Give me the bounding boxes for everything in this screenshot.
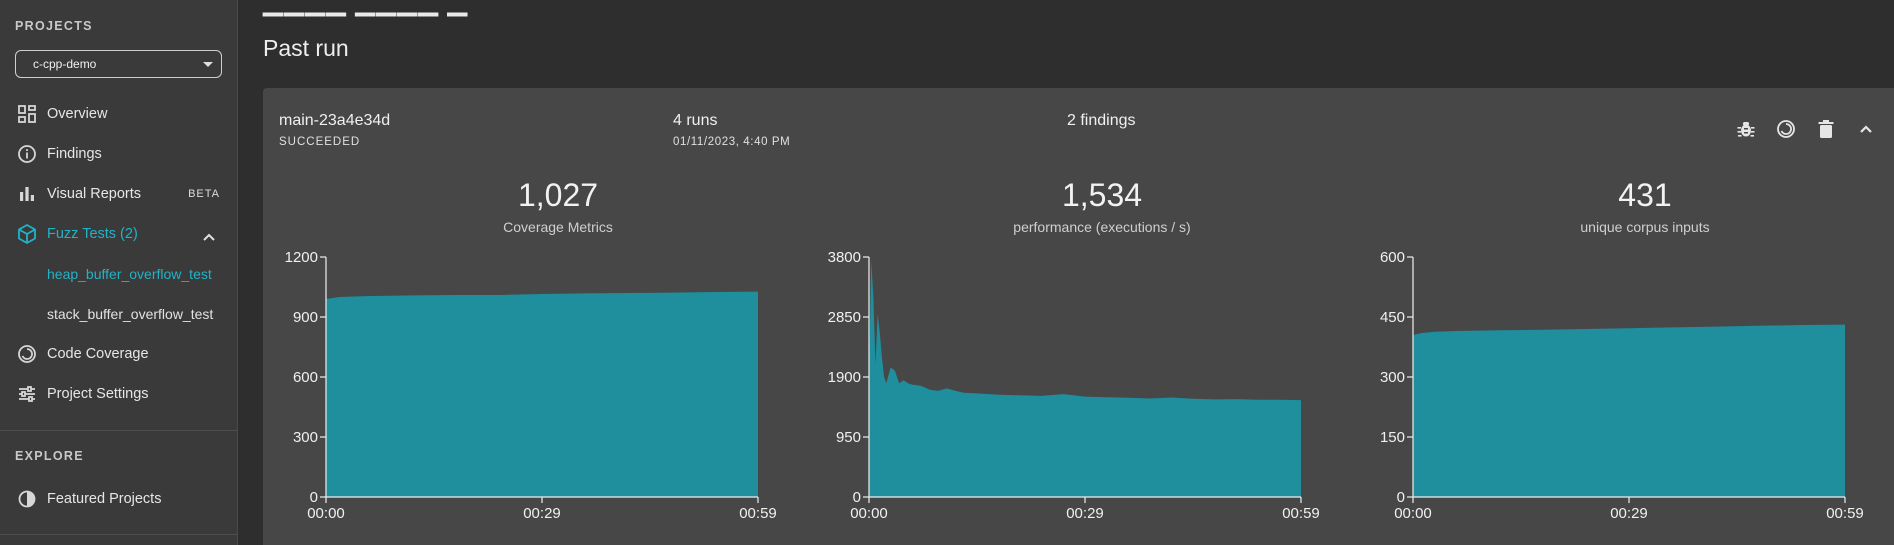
x-tick-label: 00:59 <box>1826 505 1864 522</box>
y-tick-label: 950 <box>836 429 861 446</box>
y-tick-label: 0 <box>310 489 318 506</box>
run-name: main-23a4e34d <box>279 112 391 129</box>
sidebar-divider <box>0 430 238 431</box>
y-tick-label: 1900 <box>828 369 861 386</box>
run-count: 4 runs <box>673 112 718 129</box>
y-tick-label: 300 <box>1380 369 1405 386</box>
sidebar-item-label: Fuzz Tests (2) <box>47 226 138 242</box>
x-tick-label: 00:00 <box>307 505 345 522</box>
sidebar-item-findings[interactable]: Findings <box>0 137 238 171</box>
sidebar-item-label: Visual Reports <box>47 186 142 202</box>
sidebar-item-featured-projects[interactable]: Featured Projects <box>0 482 238 516</box>
findings-count: 2 findings <box>1067 112 1136 129</box>
y-tick-label: 2850 <box>828 309 861 326</box>
area-series <box>869 260 1301 497</box>
chevron-up-icon[interactable] <box>202 229 216 247</box>
explore-section-label: EXPLORE <box>15 449 84 463</box>
delete-icon[interactable] <box>1814 117 1838 141</box>
sidebar-item-fuzz-tests[interactable]: Fuzz Tests (2) <box>0 217 238 251</box>
sliders-icon <box>16 383 38 405</box>
y-tick-label: 0 <box>853 489 861 506</box>
sidebar-item-overview[interactable]: Overview <box>0 97 238 131</box>
page-title: Past run <box>263 35 349 61</box>
fuzz-test-item-heap[interactable]: heap_buffer_overflow_test <box>47 266 212 282</box>
caret-down-icon <box>203 62 213 67</box>
coverage-chart: 0 300 600 900 1200 00:00 00:29 00:59 <box>285 249 777 522</box>
sidebar-item-project-settings[interactable]: Project Settings <box>0 377 238 411</box>
cut-off-heading: ▁▁▁▁ ▁▁▁▁ ▁ <box>263 0 469 16</box>
info-icon <box>16 143 38 165</box>
performance-value: 1,534 <box>1061 177 1143 213</box>
x-tick-label: 00:00 <box>1394 505 1432 522</box>
sidebar-item-code-coverage[interactable]: Code Coverage <box>0 337 238 371</box>
project-select-value: c-cpp-demo <box>33 57 97 71</box>
x-tick-label: 00:29 <box>523 505 561 522</box>
projects-section-label: PROJECTS <box>15 19 93 33</box>
coverage-value: 1,027 <box>517 177 599 213</box>
contrast-icon <box>16 488 38 510</box>
coverage-label: Coverage Metrics <box>503 219 613 235</box>
sidebar-item-label: Findings <box>47 146 102 162</box>
beta-badge: BETA <box>188 188 220 200</box>
y-tick-label: 450 <box>1380 309 1405 326</box>
sidebar-item-label: Overview <box>47 106 108 122</box>
sidebar-item-visual-reports[interactable]: Visual Reports BETA <box>0 177 238 211</box>
sidebar-item-label: Project Settings <box>47 386 149 402</box>
sidebar-item-label: Featured Projects <box>47 491 162 507</box>
performance-label: performance (executions / s) <box>1013 219 1191 235</box>
sidebar-divider <box>0 534 238 535</box>
dashboard-icon <box>16 103 38 125</box>
corpus-label: unique corpus inputs <box>1580 219 1710 235</box>
y-tick-label: 300 <box>293 429 318 446</box>
x-tick-label: 00:59 <box>1282 505 1320 522</box>
y-tick-label: 1200 <box>285 249 318 266</box>
y-tick-label: 600 <box>293 369 318 386</box>
corpus-chart: 0 150 300 450 600 00:00 00:29 00:59 <box>1380 249 1864 522</box>
corpus-value: 431 <box>1618 177 1672 213</box>
sidebar-item-label: Code Coverage <box>47 346 149 362</box>
x-tick-label: 00:00 <box>850 505 888 522</box>
project-select[interactable]: c-cpp-demo <box>15 50 222 78</box>
y-tick-label: 900 <box>293 309 318 326</box>
bar-chart-icon <box>16 183 38 205</box>
x-tick-label: 00:29 <box>1610 505 1648 522</box>
area-series <box>1413 324 1845 497</box>
area-series <box>326 291 758 497</box>
refresh-icon[interactable] <box>1774 117 1798 141</box>
cube-icon <box>16 223 38 245</box>
collapse-chevron-up-icon[interactable] <box>1854 117 1878 141</box>
bug-icon[interactable] <box>1734 117 1758 141</box>
fuzz-test-item-stack[interactable]: stack_buffer_overflow_test <box>47 306 213 322</box>
performance-chart: 0 950 1900 2850 3800 00:00 00:29 00:59 <box>828 249 1320 522</box>
sidebar: PROJECTS c-cpp-demo Overview Findings Vi… <box>0 0 238 545</box>
y-tick-label: 3800 <box>828 249 861 266</box>
y-tick-label: 600 <box>1380 249 1405 266</box>
y-tick-label: 150 <box>1380 429 1405 446</box>
run-status: SUCCEEDED <box>279 136 361 148</box>
x-tick-label: 00:29 <box>1066 505 1104 522</box>
coverage-icon <box>16 343 38 365</box>
past-run-card: main-23a4e34d SUCCEEDED 4 runs 01/11/202… <box>263 88 1894 545</box>
y-tick-label: 0 <box>1397 489 1405 506</box>
run-date: 01/11/2023, 4:40 PM <box>673 136 791 148</box>
x-tick-label: 00:59 <box>739 505 777 522</box>
